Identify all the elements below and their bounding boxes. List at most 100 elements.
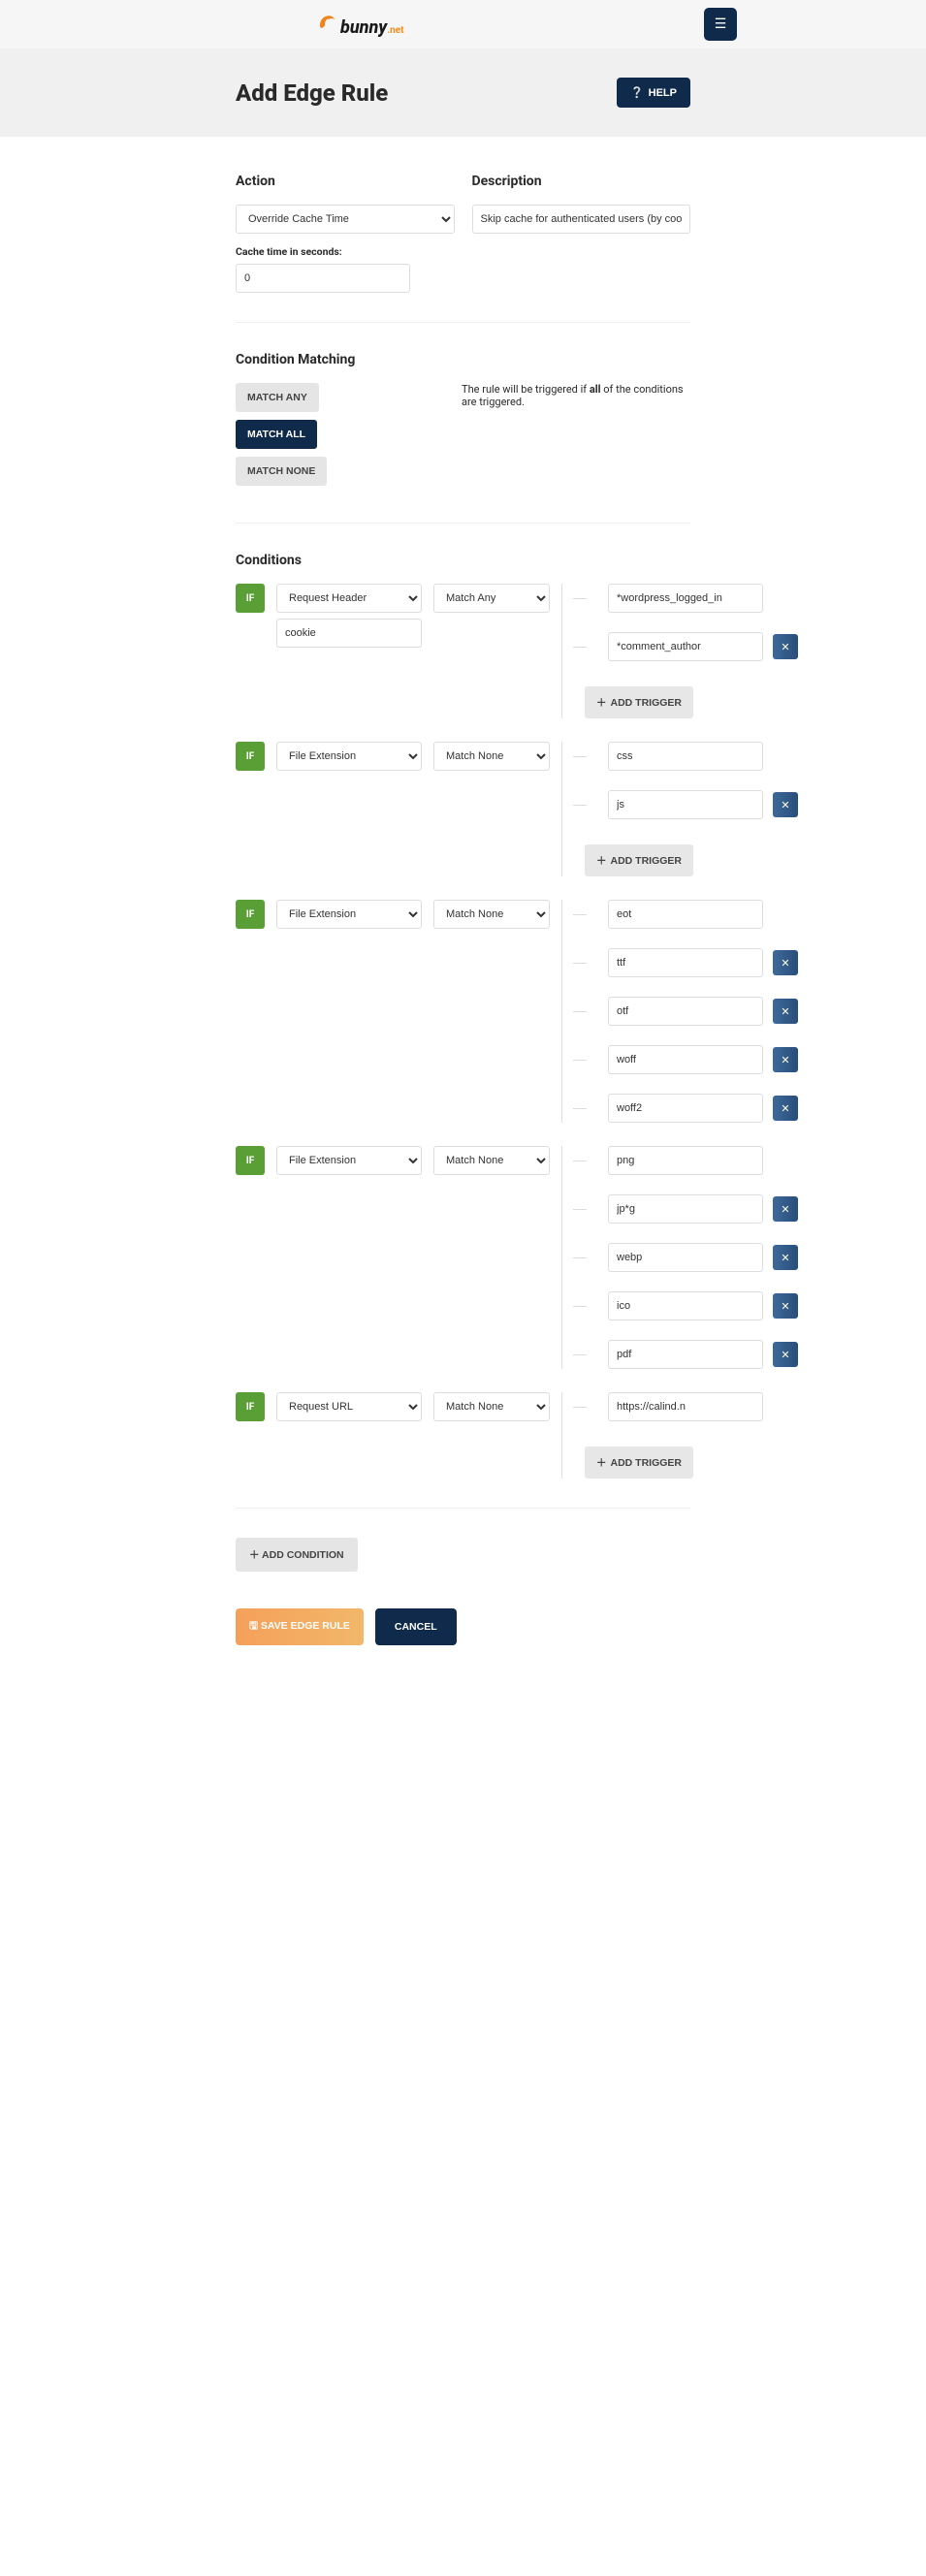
add-trigger-button[interactable]: ＋ADD TRIGGER bbox=[585, 686, 693, 718]
close-icon: ✕ bbox=[781, 799, 789, 811]
delete-trigger-button[interactable]: ✕ bbox=[773, 1196, 798, 1222]
delete-trigger-button[interactable]: ✕ bbox=[773, 1047, 798, 1072]
divider bbox=[561, 584, 562, 718]
help-label: HELP bbox=[649, 87, 677, 99]
condition-param-input[interactable] bbox=[276, 619, 422, 648]
trigger-row: ✕ bbox=[585, 632, 798, 661]
trigger-input[interactable] bbox=[608, 584, 763, 613]
save-icon: 🖫 bbox=[249, 1620, 258, 1632]
condition-type-select[interactable]: Request URL bbox=[276, 1392, 422, 1421]
triggers-list: ✕ ✕ ✕ ✕ bbox=[585, 1146, 798, 1369]
triggers-list: ✕ ＋ADD TRIGGER bbox=[585, 584, 798, 718]
condition-match-select[interactable]: Match None bbox=[433, 900, 550, 929]
condition-row: IFFile ExtensionMatch None✕＋ADD TRIGGER bbox=[236, 742, 690, 876]
condition-match-select[interactable]: Match None bbox=[433, 742, 550, 771]
trigger-input[interactable] bbox=[608, 948, 763, 977]
description-title: Description bbox=[472, 174, 691, 189]
if-badge: IF bbox=[236, 742, 265, 771]
trigger-input[interactable] bbox=[608, 900, 763, 929]
trigger-input[interactable] bbox=[608, 1194, 763, 1224]
trigger-row: ✕ bbox=[585, 1045, 798, 1074]
description-input[interactable] bbox=[472, 205, 691, 234]
condition-type-select[interactable]: File Extension bbox=[276, 900, 422, 929]
plus-icon: ＋ bbox=[596, 855, 607, 867]
delete-trigger-button[interactable]: ✕ bbox=[773, 792, 798, 817]
triggers-list: ＋ADD TRIGGER bbox=[585, 1392, 798, 1479]
trigger-input[interactable] bbox=[608, 790, 763, 819]
condition-match-select[interactable]: Match None bbox=[433, 1392, 550, 1421]
condition-matching-description: The rule will be triggered if all of the… bbox=[462, 383, 690, 408]
add-trigger-button[interactable]: ＋ADD TRIGGER bbox=[585, 1447, 693, 1479]
add-condition-button[interactable]: ＋ ADD CONDITION bbox=[236, 1538, 358, 1572]
match-none-button[interactable]: MATCH NONE bbox=[236, 457, 327, 486]
condition-type-select[interactable]: File Extension bbox=[276, 1146, 422, 1175]
close-icon: ✕ bbox=[781, 1349, 789, 1361]
condition-type-select[interactable]: Request Header bbox=[276, 584, 422, 613]
hamburger-menu-button[interactable]: ☰ bbox=[704, 8, 737, 41]
plus-icon: ＋ bbox=[596, 697, 607, 709]
trigger-row bbox=[585, 742, 798, 771]
trigger-row: ✕ bbox=[585, 1340, 798, 1369]
trigger-row: ✕ bbox=[585, 1291, 798, 1320]
conditions-title: Conditions bbox=[236, 553, 690, 568]
trigger-row bbox=[585, 900, 798, 929]
close-icon: ✕ bbox=[781, 641, 789, 653]
trigger-input[interactable] bbox=[608, 1094, 763, 1123]
cancel-button[interactable]: CANCEL bbox=[375, 1608, 457, 1645]
trigger-input[interactable] bbox=[608, 632, 763, 661]
page-title: Add Edge Rule bbox=[236, 80, 388, 107]
trigger-input[interactable] bbox=[608, 1340, 763, 1369]
trigger-row: ✕ bbox=[585, 790, 798, 819]
trigger-row bbox=[585, 1392, 798, 1421]
delete-trigger-button[interactable]: ✕ bbox=[773, 634, 798, 659]
cache-time-input[interactable] bbox=[236, 264, 410, 293]
close-icon: ✕ bbox=[781, 1300, 789, 1313]
bunny-icon bbox=[315, 12, 336, 33]
delete-trigger-button[interactable]: ✕ bbox=[773, 999, 798, 1024]
add-trigger-button[interactable]: ＋ADD TRIGGER bbox=[585, 844, 693, 876]
if-badge: IF bbox=[236, 1146, 265, 1175]
divider bbox=[236, 322, 690, 323]
divider bbox=[561, 1146, 562, 1369]
delete-trigger-button[interactable]: ✕ bbox=[773, 950, 798, 975]
condition-row: IFRequest URLMatch None＋ADD TRIGGER bbox=[236, 1392, 690, 1479]
if-badge: IF bbox=[236, 584, 265, 613]
save-edge-rule-button[interactable]: 🖫 SAVE EDGE RULE bbox=[236, 1608, 364, 1645]
delete-trigger-button[interactable]: ✕ bbox=[773, 1293, 798, 1319]
match-all-button[interactable]: MATCH ALL bbox=[236, 420, 317, 449]
help-icon: ❔ bbox=[630, 86, 644, 99]
action-title: Action bbox=[236, 174, 455, 189]
condition-row: IFFile ExtensionMatch None✕✕✕✕ bbox=[236, 900, 690, 1123]
trigger-input[interactable] bbox=[608, 1243, 763, 1272]
delete-trigger-button[interactable]: ✕ bbox=[773, 1342, 798, 1367]
trigger-row: ✕ bbox=[585, 1094, 798, 1123]
action-select[interactable]: Override Cache Time bbox=[236, 205, 455, 234]
condition-row: IFRequest HeaderMatch Any✕＋ADD TRIGGER bbox=[236, 584, 690, 718]
trigger-input[interactable] bbox=[608, 1291, 763, 1320]
condition-match-select[interactable]: Match Any bbox=[433, 584, 550, 613]
page-header: Add Edge Rule ❔ HELP bbox=[0, 48, 926, 137]
trigger-row bbox=[585, 1146, 798, 1175]
trigger-input[interactable] bbox=[608, 1045, 763, 1074]
delete-trigger-button[interactable]: ✕ bbox=[773, 1096, 798, 1121]
help-button[interactable]: ❔ HELP bbox=[617, 78, 690, 108]
condition-match-select[interactable]: Match None bbox=[433, 1146, 550, 1175]
divider bbox=[561, 1392, 562, 1479]
close-icon: ✕ bbox=[781, 1252, 789, 1264]
condition-type-select[interactable]: File Extension bbox=[276, 742, 422, 771]
trigger-input[interactable] bbox=[608, 742, 763, 771]
brand-name: bunny.net bbox=[340, 17, 404, 38]
trigger-row: ✕ bbox=[585, 1243, 798, 1272]
trigger-row: ✕ bbox=[585, 948, 798, 977]
trigger-input[interactable] bbox=[608, 997, 763, 1026]
match-any-button[interactable]: MATCH ANY bbox=[236, 383, 319, 412]
close-icon: ✕ bbox=[781, 1203, 789, 1216]
condition-row: IFFile ExtensionMatch None✕✕✕✕ bbox=[236, 1146, 690, 1369]
trigger-input[interactable] bbox=[608, 1392, 763, 1421]
condition-matching-title: Condition Matching bbox=[236, 352, 690, 367]
delete-trigger-button[interactable]: ✕ bbox=[773, 1245, 798, 1270]
cache-time-label: Cache time in seconds: bbox=[236, 245, 455, 258]
trigger-input[interactable] bbox=[608, 1146, 763, 1175]
plus-icon: ＋ bbox=[249, 1549, 260, 1561]
divider bbox=[561, 900, 562, 1123]
